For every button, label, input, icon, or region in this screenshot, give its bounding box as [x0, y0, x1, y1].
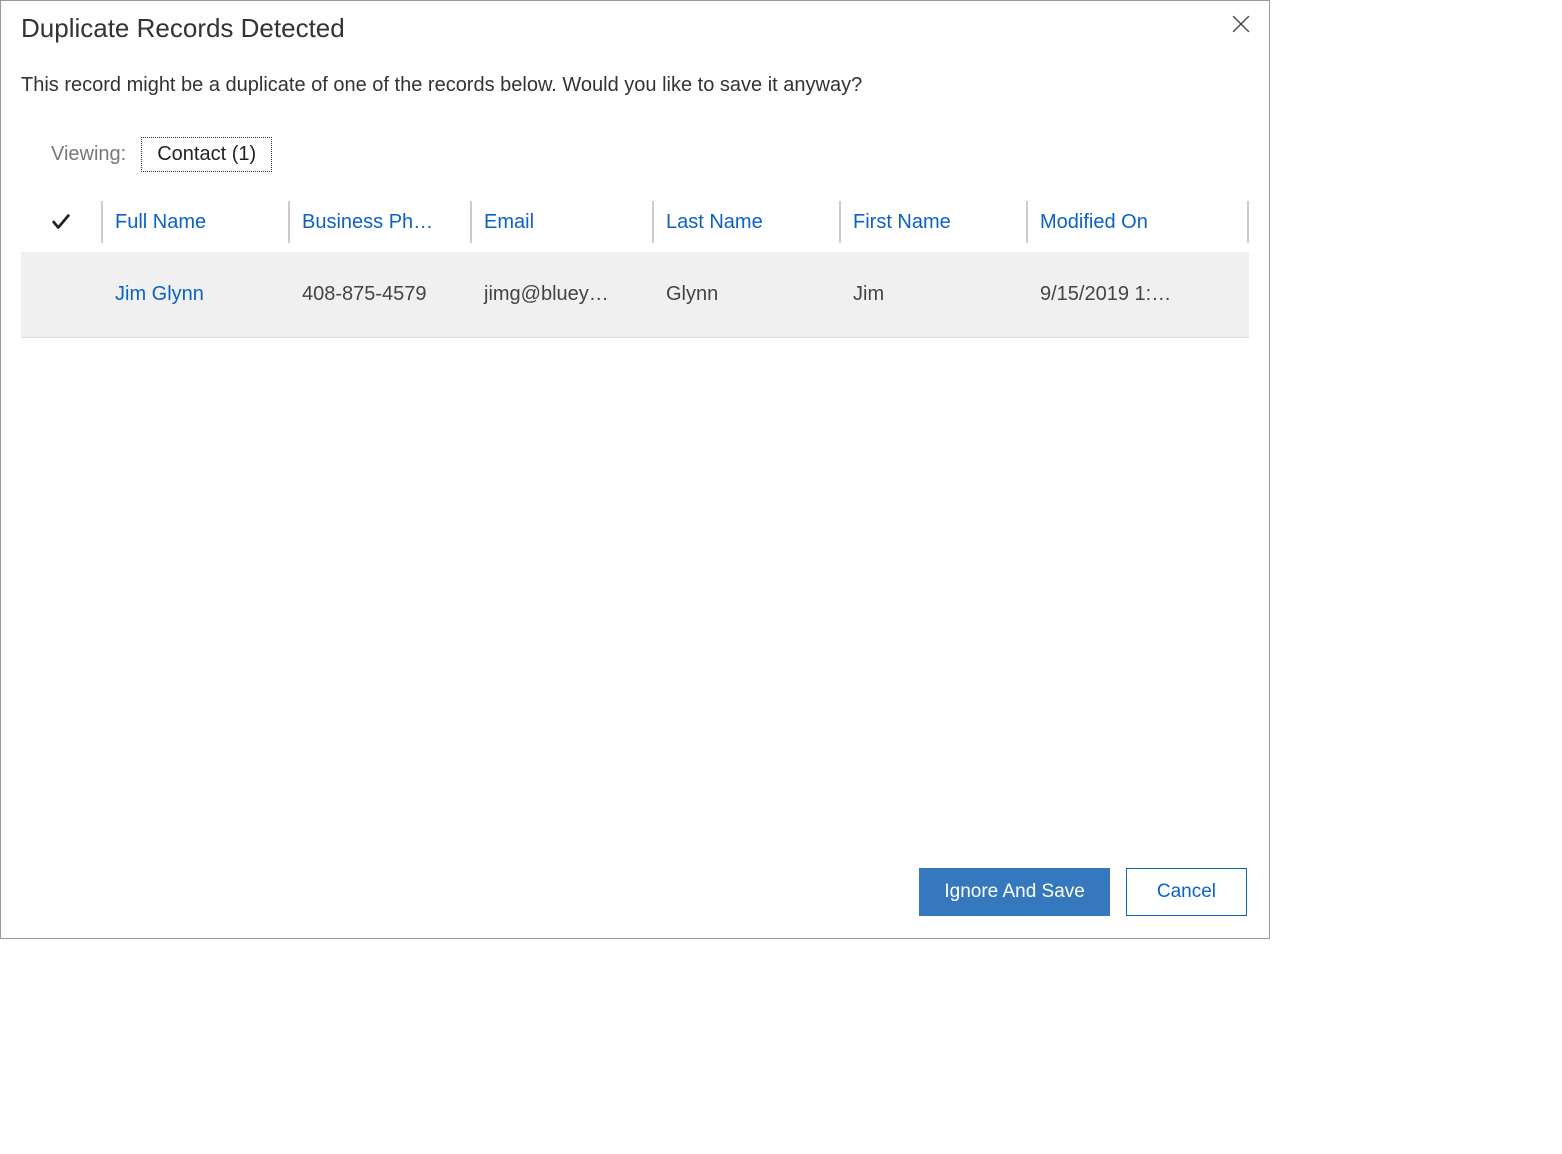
dialog-header: Duplicate Records Detected	[1, 1, 1269, 44]
column-header-email[interactable]: Email	[472, 211, 652, 234]
ignore-and-save-button[interactable]: Ignore And Save	[919, 868, 1110, 916]
cell-lastname: Glynn	[654, 283, 839, 306]
cell-firstname: Jim	[841, 283, 1026, 306]
cell-business-phone: 408-875-4579	[290, 283, 470, 306]
dialog-title: Duplicate Records Detected	[21, 13, 345, 44]
viewing-label: Viewing:	[51, 143, 126, 166]
cell-fullname[interactable]: Jim Glynn	[103, 283, 288, 306]
column-header-fullname[interactable]: Full Name	[103, 211, 288, 234]
column-header-select[interactable]	[21, 211, 101, 233]
cancel-button[interactable]: Cancel	[1126, 868, 1247, 916]
dialog-message: This record might be a duplicate of one …	[1, 44, 1269, 117]
table-row[interactable]: Jim Glynn 408-875-4579 jimg@bluey… Glynn…	[21, 252, 1249, 337]
close-icon	[1232, 15, 1250, 33]
grid-header-row: Full Name Business Ph… Email Last Name F…	[21, 192, 1249, 252]
column-separator	[1247, 201, 1249, 243]
close-button[interactable]	[1228, 11, 1254, 40]
column-header-lastname[interactable]: Last Name	[654, 211, 839, 234]
cell-modified: 9/15/2019 1:…	[1028, 283, 1247, 306]
cell-email: jimg@bluey…	[472, 283, 652, 306]
column-header-business-phone[interactable]: Business Ph…	[290, 211, 470, 234]
dialog-footer: Ignore And Save Cancel	[1, 848, 1269, 938]
viewing-chip[interactable]: Contact (1)	[141, 137, 272, 172]
viewing-row: Viewing: Contact (1)	[1, 117, 1269, 182]
duplicates-grid: Full Name Business Ph… Email Last Name F…	[21, 192, 1249, 338]
duplicate-records-dialog: Duplicate Records Detected This record m…	[0, 0, 1270, 939]
column-header-modified[interactable]: Modified On	[1028, 211, 1247, 234]
column-header-firstname[interactable]: First Name	[841, 211, 1026, 234]
checkmark-icon	[50, 211, 72, 233]
